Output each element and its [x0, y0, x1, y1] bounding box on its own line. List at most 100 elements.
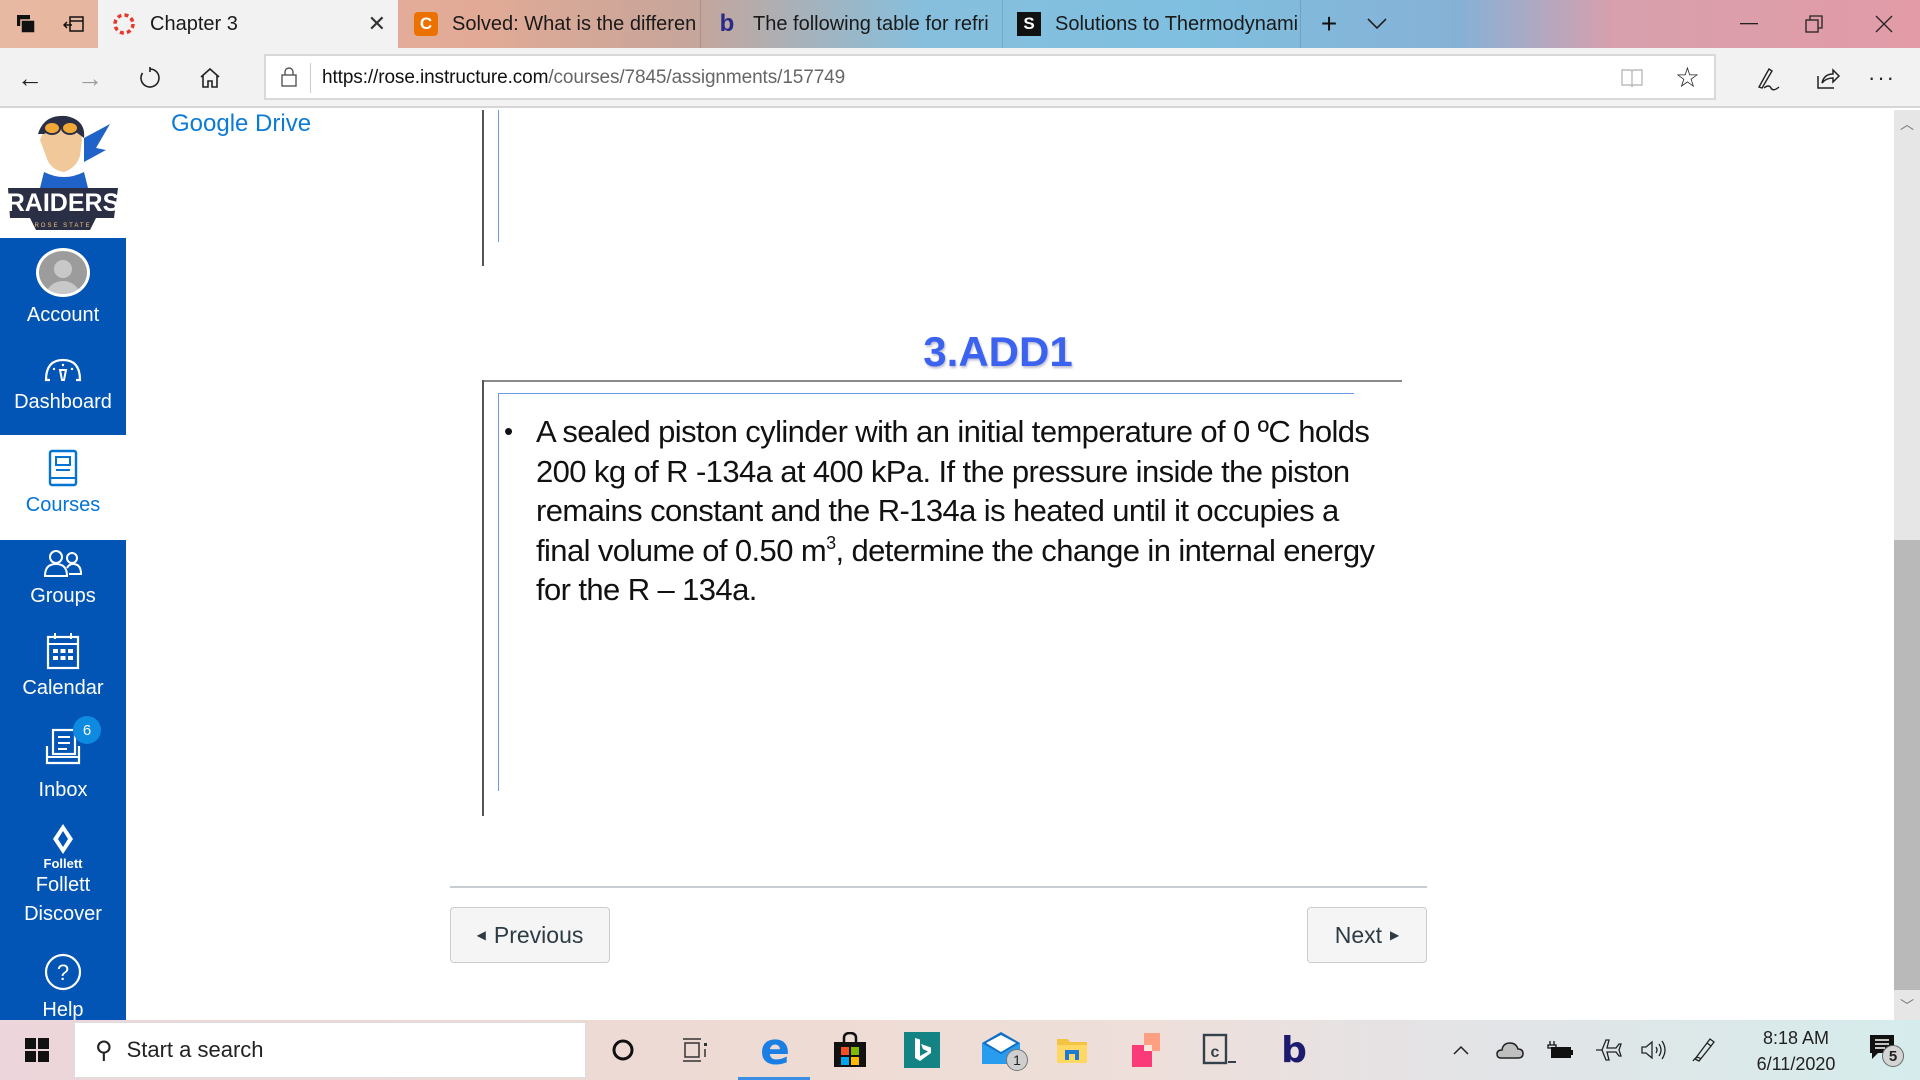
- slide-frame-border: [482, 380, 1402, 382]
- url-text[interactable]: https://rose.instructure.com/courses/784…: [322, 67, 845, 89]
- follett-icon-caption: Follett: [43, 856, 83, 871]
- address-bar[interactable]: https://rose.instructure.com/courses/784…: [264, 54, 1716, 100]
- url-path: /courses/7845/assignments/157749: [548, 67, 846, 88]
- caret-right-icon: ▶: [1390, 928, 1400, 942]
- close-window-button[interactable]: [1852, 0, 1916, 48]
- sidebar-item-follett-discover[interactable]: Follett Follett Discover: [0, 822, 126, 946]
- tab-chapter-3[interactable]: Chapter 3 ✕: [98, 0, 398, 48]
- slide-frame-border: [482, 380, 484, 816]
- home-button[interactable]: [194, 62, 226, 94]
- task-view-icon[interactable]: [670, 1020, 720, 1080]
- tab-list-chevron-icon[interactable]: [1365, 12, 1389, 36]
- sidebar-item-account[interactable]: Account: [0, 248, 126, 330]
- previous-label: Previous: [493, 921, 584, 948]
- windows-ink-icon[interactable]: [1684, 1020, 1724, 1080]
- caret-left-icon: ◀: [476, 928, 486, 942]
- calendar-icon: [46, 633, 80, 670]
- action-center-icon[interactable]: 5: [1858, 1020, 1908, 1080]
- set-tabs-aside-icon[interactable]: [62, 12, 86, 36]
- sidebar-item-label: Groups: [30, 585, 96, 607]
- sidebar-item-dashboard[interactable]: Dashboard: [0, 356, 126, 436]
- google-drive-link[interactable]: Google Drive: [171, 110, 311, 138]
- problem-statement: A sealed piston cylinder with an initial…: [536, 412, 1384, 610]
- tab-sets-icon[interactable]: [14, 12, 38, 36]
- back-button[interactable]: ←: [14, 62, 46, 94]
- slide-frame-border: [482, 110, 484, 266]
- onedrive-icon[interactable]: [1490, 1020, 1530, 1080]
- windows-logo-icon: [25, 1038, 49, 1062]
- follett-icon: [53, 824, 73, 854]
- next-button[interactable]: Next ▶: [1307, 907, 1427, 963]
- pagination-divider: [450, 886, 1427, 888]
- scroll-up-arrow-icon[interactable]: ︿: [1894, 112, 1920, 136]
- sidebar-item-label: Inbox: [38, 779, 88, 801]
- airplane-mode-icon[interactable]: [1588, 1020, 1628, 1080]
- avatar-icon: [36, 248, 90, 297]
- lock-icon: [281, 67, 297, 87]
- volume-icon[interactable]: [1634, 1020, 1674, 1080]
- chegg-icon: C: [414, 12, 438, 36]
- help-icon: ?: [44, 953, 82, 991]
- logo-subtext: ROSE STATE: [34, 223, 91, 229]
- sidebar-item-label: Courses: [25, 494, 101, 516]
- sidebar-item-inbox[interactable]: 6 Inbox: [0, 716, 126, 816]
- file-explorer-icon[interactable]: [1040, 1020, 1104, 1080]
- tab-chegg[interactable]: C Solved: What is the differen: [400, 0, 700, 48]
- cortana-icon[interactable]: [598, 1020, 648, 1080]
- minimize-button[interactable]: [1717, 0, 1781, 48]
- share-icon[interactable]: [1812, 62, 1844, 94]
- favorite-star-icon[interactable]: ☆: [1675, 61, 1700, 94]
- sidebar-item-courses[interactable]: Courses: [0, 435, 126, 540]
- mail-icon[interactable]: 1: [966, 1020, 1036, 1080]
- sidebar-item-help[interactable]: ? Help: [0, 952, 126, 1020]
- more-options-button[interactable]: ···: [1866, 62, 1898, 94]
- system-clock[interactable]: 8:18 AM 6/11/2020: [1736, 1025, 1856, 1077]
- battery-charging-icon[interactable]: [1540, 1020, 1580, 1080]
- raiders-logo[interactable]: RAIDERS ROSE STATE: [0, 110, 126, 238]
- bartleby-taskbar-icon[interactable]: b: [1262, 1020, 1326, 1080]
- sidebar-item-groups[interactable]: Groups: [0, 548, 126, 628]
- terminal-icon[interactable]: c: [1188, 1020, 1252, 1080]
- tab-title: Solutions to Thermodynami: [1055, 12, 1299, 35]
- assignment-content: Google Drive 3.ADD1 • A sealed piston cy…: [126, 110, 1894, 1020]
- taskbar-search-box[interactable]: ⚲ Start a search: [74, 1022, 586, 1078]
- reading-view-icon[interactable]: [1620, 67, 1644, 95]
- show-hidden-icons-chevron[interactable]: [1444, 1020, 1478, 1080]
- new-tab-button[interactable]: +: [1317, 8, 1341, 39]
- sidebar-item-calendar[interactable]: Calendar: [0, 632, 126, 718]
- edge-icon[interactable]: e: [740, 1020, 810, 1080]
- bing-icon[interactable]: [892, 1020, 952, 1080]
- next-label: Next: [1334, 921, 1383, 948]
- slide-title-wrapper: 3.ADD1: [126, 328, 1746, 376]
- forward-button[interactable]: →: [74, 62, 106, 94]
- snip-sketch-icon[interactable]: [1114, 1020, 1178, 1080]
- sidebar-item-label: Dashboard: [14, 391, 112, 413]
- mail-badge: 1: [1006, 1048, 1028, 1071]
- svg-text:?: ?: [57, 960, 69, 985]
- inbox-unread-badge: 6: [73, 716, 101, 744]
- address-toolbar: ← → https://rose.instructure.com/courses…: [0, 48, 1920, 108]
- tab-title: The following table for refri: [753, 12, 989, 35]
- tab-slader[interactable]: S Solutions to Thermodynami: [1003, 0, 1303, 48]
- slide-frame-border: [498, 393, 499, 791]
- close-tab-icon[interactable]: ✕: [368, 11, 386, 37]
- scroll-down-arrow-icon[interactable]: ﹀: [1894, 994, 1920, 1018]
- web-notes-icon[interactable]: [1752, 62, 1784, 94]
- start-button[interactable]: [12, 1020, 62, 1080]
- scrollbar-thumb[interactable]: [1894, 540, 1920, 990]
- tab-bartleby[interactable]: b The following table for refri: [701, 0, 1001, 48]
- page-scrollbar[interactable]: ︿ ﹀: [1894, 110, 1920, 1020]
- url-host: https://rose.instructure.com: [322, 67, 549, 88]
- global-navigation: RAIDERS ROSE STATE Account Dashboard Cou…: [0, 110, 126, 1020]
- refresh-button[interactable]: [134, 62, 166, 94]
- previous-button[interactable]: ◀ Previous: [450, 907, 610, 963]
- restore-button[interactable]: [1782, 0, 1846, 48]
- slide-frame-border: [498, 393, 1354, 394]
- microsoft-store-icon[interactable]: [820, 1020, 880, 1080]
- sidebar-item-label: Follett Discover: [24, 874, 102, 925]
- browser-title-bar: Chapter 3 ✕ C Solved: What is the differ…: [0, 0, 1920, 48]
- sidebar-item-label: Calendar: [22, 677, 104, 699]
- tab-separator: [1300, 0, 1301, 48]
- courses-icon: [48, 449, 78, 487]
- superscript: 3: [826, 532, 836, 553]
